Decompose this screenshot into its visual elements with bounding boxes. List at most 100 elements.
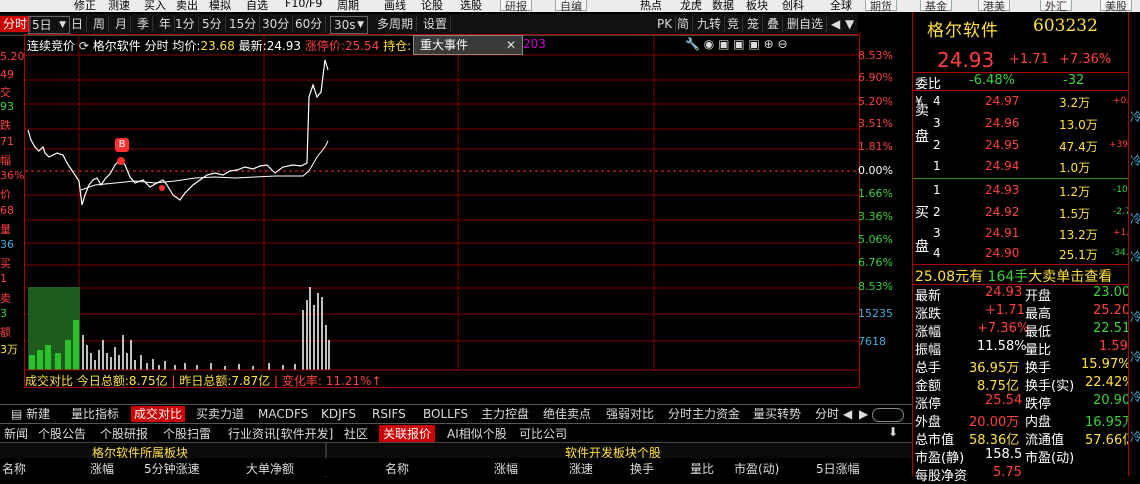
column-header[interactable]: 量比 xyxy=(690,460,714,477)
tab-info[interactable]: 新闻 xyxy=(0,425,32,442)
menu-item[interactable]: 测速 xyxy=(108,0,130,12)
column-header[interactable]: 5分钟涨速 xyxy=(144,460,200,477)
tab-period[interactable]: 5分 xyxy=(199,16,226,32)
sell-price[interactable]: 24.97 xyxy=(985,94,1019,108)
column-header[interactable]: 名称 xyxy=(385,460,409,477)
pk-button[interactable]: PK xyxy=(654,16,677,32)
menu-item[interactable]: 创科 xyxy=(782,0,804,12)
column-header[interactable]: 大单净额 xyxy=(246,460,294,477)
column-header[interactable]: 涨幅 xyxy=(90,460,114,477)
eye-icon[interactable]: ◉ xyxy=(704,37,714,51)
tab-period[interactable]: 分时 xyxy=(0,16,32,32)
tab-indicator[interactable]: 量买转势 xyxy=(750,406,804,422)
tab-indicator[interactable]: MACDFS xyxy=(255,406,311,422)
menu-item[interactable]: 卖出 xyxy=(176,0,198,12)
tab-info[interactable]: 可比公司 xyxy=(515,425,571,442)
toggle-switch[interactable] xyxy=(872,408,904,422)
menu-tab[interactable]: 外汇 xyxy=(1040,0,1072,12)
overlay-button[interactable]: 叠 xyxy=(764,16,784,32)
tab-indicator[interactable]: 买卖力道 xyxy=(193,406,247,422)
buy-price[interactable]: 24.90 xyxy=(985,246,1019,260)
lock-icon[interactable]: ▣ xyxy=(748,37,759,51)
intraday-chart[interactable]: 连续竞价 ⟳ 格尔软件 分时 均价:23.68 最新:24.93 涨停价:25.… xyxy=(24,34,860,388)
column-header[interactable]: 名称 xyxy=(2,460,26,477)
buy-price[interactable]: 24.93 xyxy=(985,183,1019,197)
column-header[interactable]: 5日涨幅 xyxy=(816,460,860,477)
interval-select[interactable]: 30s ▼ xyxy=(330,16,368,34)
menu-item[interactable]: 全球 xyxy=(830,0,852,12)
menu-item[interactable]: 画线 xyxy=(384,0,406,12)
tab-indicator[interactable]: 量比指标 xyxy=(68,406,122,422)
tab-indicator[interactable]: 成交对比 xyxy=(131,406,186,422)
menu-item[interactable]: 模拟 xyxy=(209,0,231,12)
tab-info[interactable]: 个股扫雷 xyxy=(159,425,215,442)
refresh-icon[interactable]: ⟳ xyxy=(79,39,89,53)
menu-item[interactable]: 热点 xyxy=(640,0,662,12)
tab-info[interactable]: 社区 xyxy=(340,425,372,442)
simple-button[interactable]: 简 xyxy=(674,16,694,32)
download-icon[interactable]: ⬇ xyxy=(884,425,902,439)
menu-tab[interactable]: 港美 xyxy=(978,0,1010,12)
tab-indicator[interactable]: RSIFS xyxy=(369,406,409,422)
tab-period[interactable]: 季 xyxy=(134,16,154,32)
tab-info[interactable]: 行业资讯[软件开发] xyxy=(224,425,337,442)
lock-icon[interactable]: ▣ xyxy=(733,37,744,51)
tab-indicator[interactable]: 绝佳卖点 xyxy=(540,406,594,422)
settings-button[interactable]: 设置 xyxy=(420,16,452,32)
period-select[interactable]: 5日 ▼ xyxy=(28,16,70,34)
buy-price[interactable]: 24.92 xyxy=(985,205,1019,219)
menu-tab[interactable]: 期货 xyxy=(865,0,897,12)
chevron-down-icon[interactable]: ▼ xyxy=(842,16,857,32)
menu-item[interactable]: 龙虎 xyxy=(680,0,702,12)
tab-period[interactable]: 15分 xyxy=(226,16,261,32)
column-header[interactable]: 涨速 xyxy=(569,460,593,477)
tab-indicator[interactable]: BOLLFS xyxy=(420,406,471,422)
multi-period-button[interactable]: 多周期 xyxy=(374,16,418,32)
sell-price[interactable]: 24.96 xyxy=(985,116,1019,130)
tab-period[interactable]: 1分 xyxy=(172,16,199,32)
big-order-link[interactable]: 大卖单击查看 xyxy=(1028,269,1112,285)
tab-period[interactable]: 日 xyxy=(68,16,88,32)
wrench-icon[interactable]: 🔧 xyxy=(685,37,700,51)
menu-item[interactable]: 自选 xyxy=(246,0,268,12)
menu-item[interactable]: 论股 xyxy=(421,0,443,12)
chevron-left-icon[interactable]: ◀ xyxy=(828,16,843,32)
tab-info[interactable]: AI相似个股 xyxy=(443,425,511,442)
zoom-in-icon[interactable]: ⊕ xyxy=(764,37,774,51)
menu-item[interactable]: 周期 xyxy=(337,0,359,12)
tab-info[interactable]: 个股研报 xyxy=(96,425,152,442)
tab-period[interactable]: 周 xyxy=(90,16,110,32)
chevron-right-icon[interactable]: ▶ xyxy=(856,406,871,422)
tab-info[interactable]: 个股公告 xyxy=(34,425,90,442)
column-header[interactable]: 涨幅 xyxy=(494,460,518,477)
buy-price[interactable]: 24.91 xyxy=(985,226,1019,240)
column-header[interactable]: 市盈(动) xyxy=(734,460,779,477)
major-event-popup[interactable]: 重大事件 ✕ xyxy=(413,35,523,55)
nine-turn-button[interactable]: 九转 xyxy=(694,16,726,32)
tab-indicator[interactable]: ▤ 新建 xyxy=(8,406,53,422)
tab-period[interactable]: 30分 xyxy=(259,16,294,32)
menu-item[interactable]: 选股 xyxy=(460,0,482,12)
tab-period[interactable]: 月 xyxy=(112,16,132,32)
column-header[interactable]: 换手 xyxy=(630,460,654,477)
tab-period[interactable]: 60分 xyxy=(292,16,327,32)
tab-info[interactable]: 关联报价 xyxy=(379,425,436,442)
remove-watchlist-button[interactable]: 删自选 xyxy=(784,16,828,32)
sell-price[interactable]: 24.95 xyxy=(985,138,1019,152)
cage-button[interactable]: 笼 xyxy=(744,16,764,32)
menu-tab[interactable]: 基金 xyxy=(920,0,952,12)
menu-item[interactable]: 买入 xyxy=(144,0,166,12)
menu-item[interactable]: 数据 xyxy=(712,0,734,12)
chevron-left-icon[interactable]: ◀ xyxy=(840,406,855,422)
tab-indicator[interactable]: 分时主力资金 xyxy=(665,406,743,422)
tab-indicator[interactable]: KDJFS xyxy=(318,406,359,422)
menu-tab[interactable]: 研报 xyxy=(500,0,532,12)
zoom-out-icon[interactable]: ⊖ xyxy=(778,37,788,51)
close-icon[interactable]: ✕ xyxy=(506,36,516,54)
menu-item[interactable]: 修正 xyxy=(74,0,96,12)
lock-icon[interactable]: ▣ xyxy=(718,37,729,51)
menu-item[interactable]: 板块 xyxy=(746,0,768,12)
menu-item[interactable]: F10/F9 xyxy=(285,0,322,10)
tab-indicator[interactable]: 强弱对比 xyxy=(603,406,657,422)
menu-tab[interactable]: 美股 xyxy=(1100,0,1132,12)
